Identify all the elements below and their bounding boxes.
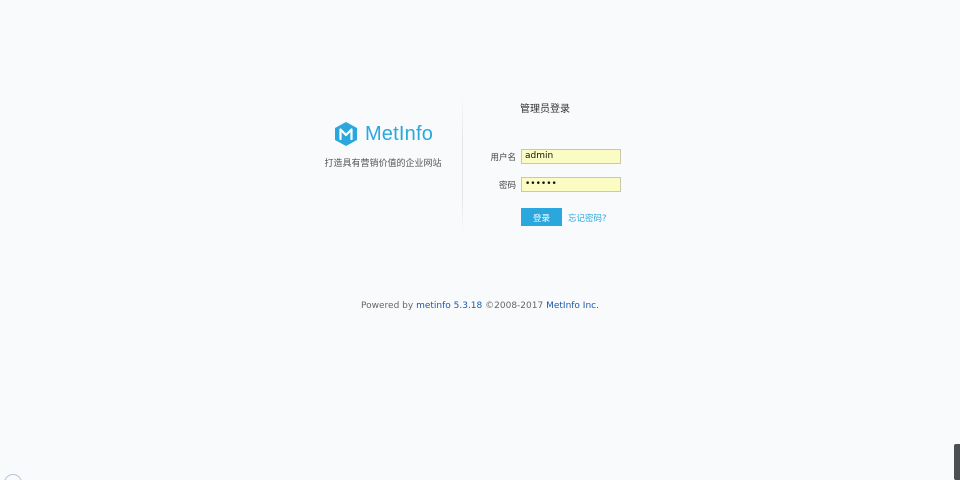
edge-widget-handle[interactable] [954,444,960,480]
brand-panel: MetInfo 打造具有营销价值的企业网站 [318,116,448,169]
footer-company-link[interactable]: MetInfo Inc. [546,301,599,311]
password-label: 密码 [498,180,516,191]
username-label: 用户名 [490,152,516,163]
forgot-password-link[interactable]: 忘记密码? [568,212,607,224]
login-button[interactable]: 登录 [521,208,562,226]
footer: Powered by metinfo 5.3.18 ©2008-2017 Met… [0,301,960,311]
password-input[interactable]: •••••• [521,177,621,192]
login-page: MetInfo 打造具有营销价值的企业网站 管理员登录 用户名 admin 密码… [0,0,960,480]
logo-text: MetInfo [364,122,434,145]
password-row: 密码 •••••• [470,177,621,192]
metinfo-hexagon-logo-icon [334,122,357,146]
divider [462,96,463,236]
logo: MetInfo [318,116,448,152]
username-input[interactable]: admin [521,149,621,164]
footer-powered-by: Powered by [361,301,414,311]
footer-product-link[interactable]: metinfo 5.3.18 [416,301,482,311]
login-title: 管理员登录 [520,104,570,115]
corner-circle-icon [4,474,22,480]
username-row: 用户名 admin [470,149,621,164]
footer-copyright: ©2008-2017 [485,301,544,311]
slogan: 打造具有营销价值的企业网站 [324,159,442,169]
